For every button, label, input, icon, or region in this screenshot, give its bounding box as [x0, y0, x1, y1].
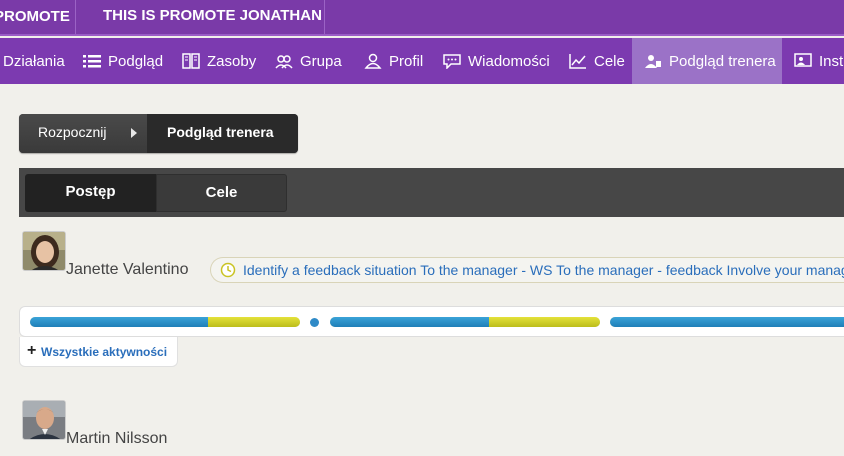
person-icon — [364, 53, 382, 69]
progress-fill-blue — [30, 317, 209, 327]
avatar[interactable] — [22, 400, 66, 440]
breadcrumb-current: Podgląd trenera — [147, 114, 298, 153]
nav-item-label: Cele — [594, 52, 625, 70]
nav-item-label: Instr — [819, 52, 844, 70]
activity-pill[interactable]: Identify a feedback situation To the man… — [210, 257, 844, 283]
nav-item-label: Zasoby — [207, 52, 257, 70]
progress-fill-blue — [610, 317, 844, 327]
breadcrumb-arrow-icon — [131, 128, 137, 138]
nav-item-podglad-trenera[interactable]: Podgląd trenera — [632, 38, 782, 84]
brand-logo[interactable]: PROMOTE — [0, 0, 76, 34]
nav-item-label: Podgląd — [108, 52, 164, 70]
progress-fill-yellow — [208, 317, 300, 327]
chat-icon — [443, 53, 461, 69]
brand-text: PROMOTE — [0, 8, 70, 25]
tab-progress[interactable]: Postęp — [25, 174, 156, 212]
nav-item-dzialania[interactable]: Działania — [3, 38, 65, 84]
breadcrumb-start[interactable]: Rozpocznij — [19, 114, 147, 153]
all-activities-button[interactable]: + Wszystkie aktywności — [19, 337, 178, 367]
progress-bar — [330, 317, 600, 327]
nav-item-label: Wiadomości — [468, 52, 550, 70]
person-name[interactable]: Martin Nilsson — [66, 430, 167, 448]
nav-item-zasoby[interactable]: Zasoby — [182, 38, 256, 84]
progress-dot — [310, 318, 319, 327]
presentation-icon — [794, 53, 812, 69]
plus-icon: + — [27, 342, 37, 359]
nav-item-instr[interactable]: Instr — [794, 38, 844, 84]
top-bar: PROMOTE THIS IS PROMOTE JONATHAN — [0, 0, 844, 36]
progress-panel — [19, 306, 844, 337]
nav-item-label: Grupa — [300, 52, 342, 70]
activity-link[interactable]: Identify a feedback situation To the man… — [243, 262, 844, 278]
breadcrumb: Rozpocznij Podgląd trenera — [19, 114, 298, 153]
book-icon — [182, 53, 200, 69]
nav-item-wiadomosci[interactable]: Wiadomości — [443, 38, 550, 84]
headline-divider — [324, 0, 325, 34]
nav-item-label: Działania — [3, 52, 65, 70]
tab-goals[interactable]: Cele — [156, 174, 287, 212]
chart-icon — [569, 53, 587, 69]
progress-fill-blue — [330, 317, 490, 327]
person-name[interactable]: Janette Valentino — [66, 261, 188, 279]
progress-bar — [610, 317, 844, 327]
nav-item-grupa[interactable]: Grupa — [275, 38, 342, 84]
all-activities-label: Wszystkie aktywności — [41, 345, 168, 359]
main-nav: Działania Podgląd Zasoby Grupa Profil Wi… — [0, 38, 844, 84]
nav-item-profil[interactable]: Profil — [364, 38, 423, 84]
nav-item-cele[interactable]: Cele — [569, 38, 625, 84]
clock-icon — [220, 262, 236, 278]
page-headline: THIS IS PROMOTE JONATHAN — [103, 7, 322, 24]
trainer-icon — [644, 53, 662, 69]
view-tabs: Postęp Cele — [19, 168, 844, 217]
nav-item-label: Profil — [389, 52, 424, 70]
list-icon — [83, 53, 101, 69]
progress-fill-yellow — [489, 317, 600, 327]
group-icon — [275, 53, 293, 69]
nav-item-podglad[interactable]: Podgląd — [83, 38, 163, 84]
progress-bar — [30, 317, 300, 327]
nav-item-label: Podgląd trenera — [669, 52, 776, 70]
avatar[interactable] — [22, 231, 66, 271]
